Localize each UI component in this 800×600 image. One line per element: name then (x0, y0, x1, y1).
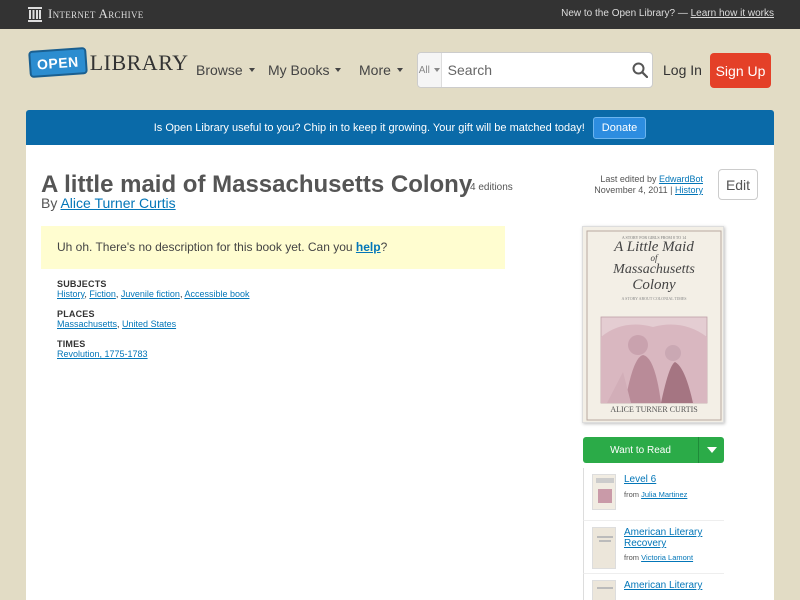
book-panel: A little maid of Massachusetts Colony 4 … (26, 145, 774, 600)
list-item[interactable]: Level 6 from Julia Martinez (583, 468, 724, 521)
time-link[interactable]: Revolution, 1775-1783 (57, 349, 148, 359)
last-edited-date: November 4, 2011 (594, 185, 668, 195)
list-title-link[interactable]: American Literary Recovery (624, 527, 720, 549)
list-thumbnail (592, 580, 616, 600)
cover-subtitle: A STORY ABOUT COLONIAL TIMES (621, 296, 686, 301)
new-user-note: New to the Open Library? — Learn how it … (561, 8, 774, 19)
subject-link[interactable]: Juvenile fiction (121, 289, 180, 299)
book-cover[interactable]: A STORY FOR GIRLS FROM 8 TO 14 A Little … (582, 226, 724, 423)
no-description-suffix: ? (380, 240, 388, 254)
editions-count[interactable]: 4 editions (470, 182, 513, 193)
subjects-facet: SUBJECTS History, Fiction, Juvenile fict… (57, 279, 250, 299)
caret-down-icon (706, 447, 717, 453)
logo-open-badge: OPEN (28, 47, 88, 78)
nav-browse-label: Browse (196, 62, 243, 78)
list-from: from Victoria Lamont (624, 553, 693, 562)
login-link[interactable]: Log In (663, 62, 702, 78)
internet-archive-bar: Internet Archive New to the Open Library… (0, 0, 800, 29)
nav-more[interactable]: More (359, 62, 403, 78)
nav-more-label: More (359, 62, 391, 78)
times-heading: TIMES (57, 339, 86, 349)
cover-title-line3: Massachusetts (612, 262, 695, 277)
chevron-down-icon (248, 68, 255, 72)
chevron-down-icon (433, 68, 440, 72)
list-item[interactable]: American Literary Recovery from Victoria… (583, 521, 724, 574)
search-input[interactable] (441, 53, 629, 87)
no-description-text: Uh oh. There's no description for this b… (57, 240, 353, 254)
list-owner-link[interactable]: Victoria Lamont (641, 553, 693, 562)
internet-archive-logo[interactable]: Internet Archive (28, 6, 144, 22)
nav-my-books-label: My Books (268, 62, 330, 78)
place-link[interactable]: United States (122, 319, 176, 329)
edit-button[interactable]: Edit (718, 169, 758, 200)
by-label: By (41, 195, 58, 211)
want-to-read-button[interactable]: Want to Read (583, 437, 698, 463)
history-link[interactable]: History (675, 185, 703, 195)
search-box: All (417, 52, 653, 88)
donate-banner: Is Open Library useful to you? Chip in t… (26, 110, 774, 145)
cover-author: ALICE TURNER CURTIS (610, 405, 697, 414)
places-facet: PLACES Massachusetts, United States (57, 309, 177, 329)
search-button[interactable] (629, 53, 652, 87)
subject-link[interactable]: History (57, 289, 84, 299)
search-scope-label: All (418, 64, 430, 76)
donate-banner-text: Is Open Library useful to you? Chip in t… (153, 121, 585, 134)
place-link[interactable]: Massachusetts (57, 319, 117, 329)
byline: By Alice Turner Curtis (41, 195, 176, 211)
chevron-down-icon (335, 68, 342, 72)
chevron-down-icon (396, 68, 403, 72)
list-thumbnail (592, 527, 616, 569)
cover-illustration: A STORY FOR GIRLS FROM 8 TO 14 A Little … (583, 227, 723, 422)
cover-title-line4: Colony (632, 277, 676, 293)
last-edited-info: Last edited by EdwardBot November 4, 201… (594, 174, 703, 195)
subject-link[interactable]: Fiction (89, 289, 116, 299)
list-from-label: from (624, 553, 639, 562)
donate-button[interactable]: Donate (592, 116, 647, 139)
learn-how-link[interactable]: Learn how it works (691, 8, 774, 19)
list-from-label: from (624, 490, 639, 499)
lists-section: Level 6 from Julia Martinez American Lit… (583, 468, 724, 600)
subjects-heading: SUBJECTS (57, 279, 107, 289)
search-scope-select[interactable]: All (418, 53, 442, 87)
search-icon (632, 62, 649, 78)
list-owner-link[interactable]: Julia Martinez (641, 490, 687, 499)
list-from: from Julia Martinez (624, 490, 687, 499)
times-facet: TIMES Revolution, 1775-1783 (57, 339, 148, 359)
list-item[interactable]: American Literary (583, 574, 724, 600)
nav-browse[interactable]: Browse (196, 62, 255, 78)
no-description-notice: Uh oh. There's no description for this b… (41, 226, 505, 269)
logo-library-text: LIBRARY (89, 49, 189, 75)
list-title-link[interactable]: American Literary (624, 580, 720, 591)
new-user-text: New to the Open Library? — (561, 8, 688, 19)
signup-button[interactable]: Sign Up (710, 53, 771, 88)
last-edited-user-link[interactable]: EdwardBot (659, 174, 703, 184)
last-edited-label: Last edited by (600, 174, 657, 184)
internet-archive-label: Internet Archive (48, 6, 144, 21)
places-heading: PLACES (57, 309, 95, 319)
want-to-read-control: Want to Read (583, 437, 724, 463)
archive-building-icon (28, 6, 42, 22)
list-title-link[interactable]: Level 6 (624, 474, 720, 485)
list-thumbnail (592, 474, 616, 510)
want-to-read-dropdown[interactable] (698, 437, 724, 463)
help-link[interactable]: help (356, 240, 381, 254)
site-header: OPEN LIBRARY Browse My Books More All Lo… (0, 29, 800, 109)
nav-my-books[interactable]: My Books (268, 62, 342, 78)
subject-link[interactable]: Accessible book (184, 289, 249, 299)
author-link[interactable]: Alice Turner Curtis (60, 195, 175, 211)
open-library-logo[interactable]: OPEN LIBRARY (28, 47, 189, 78)
